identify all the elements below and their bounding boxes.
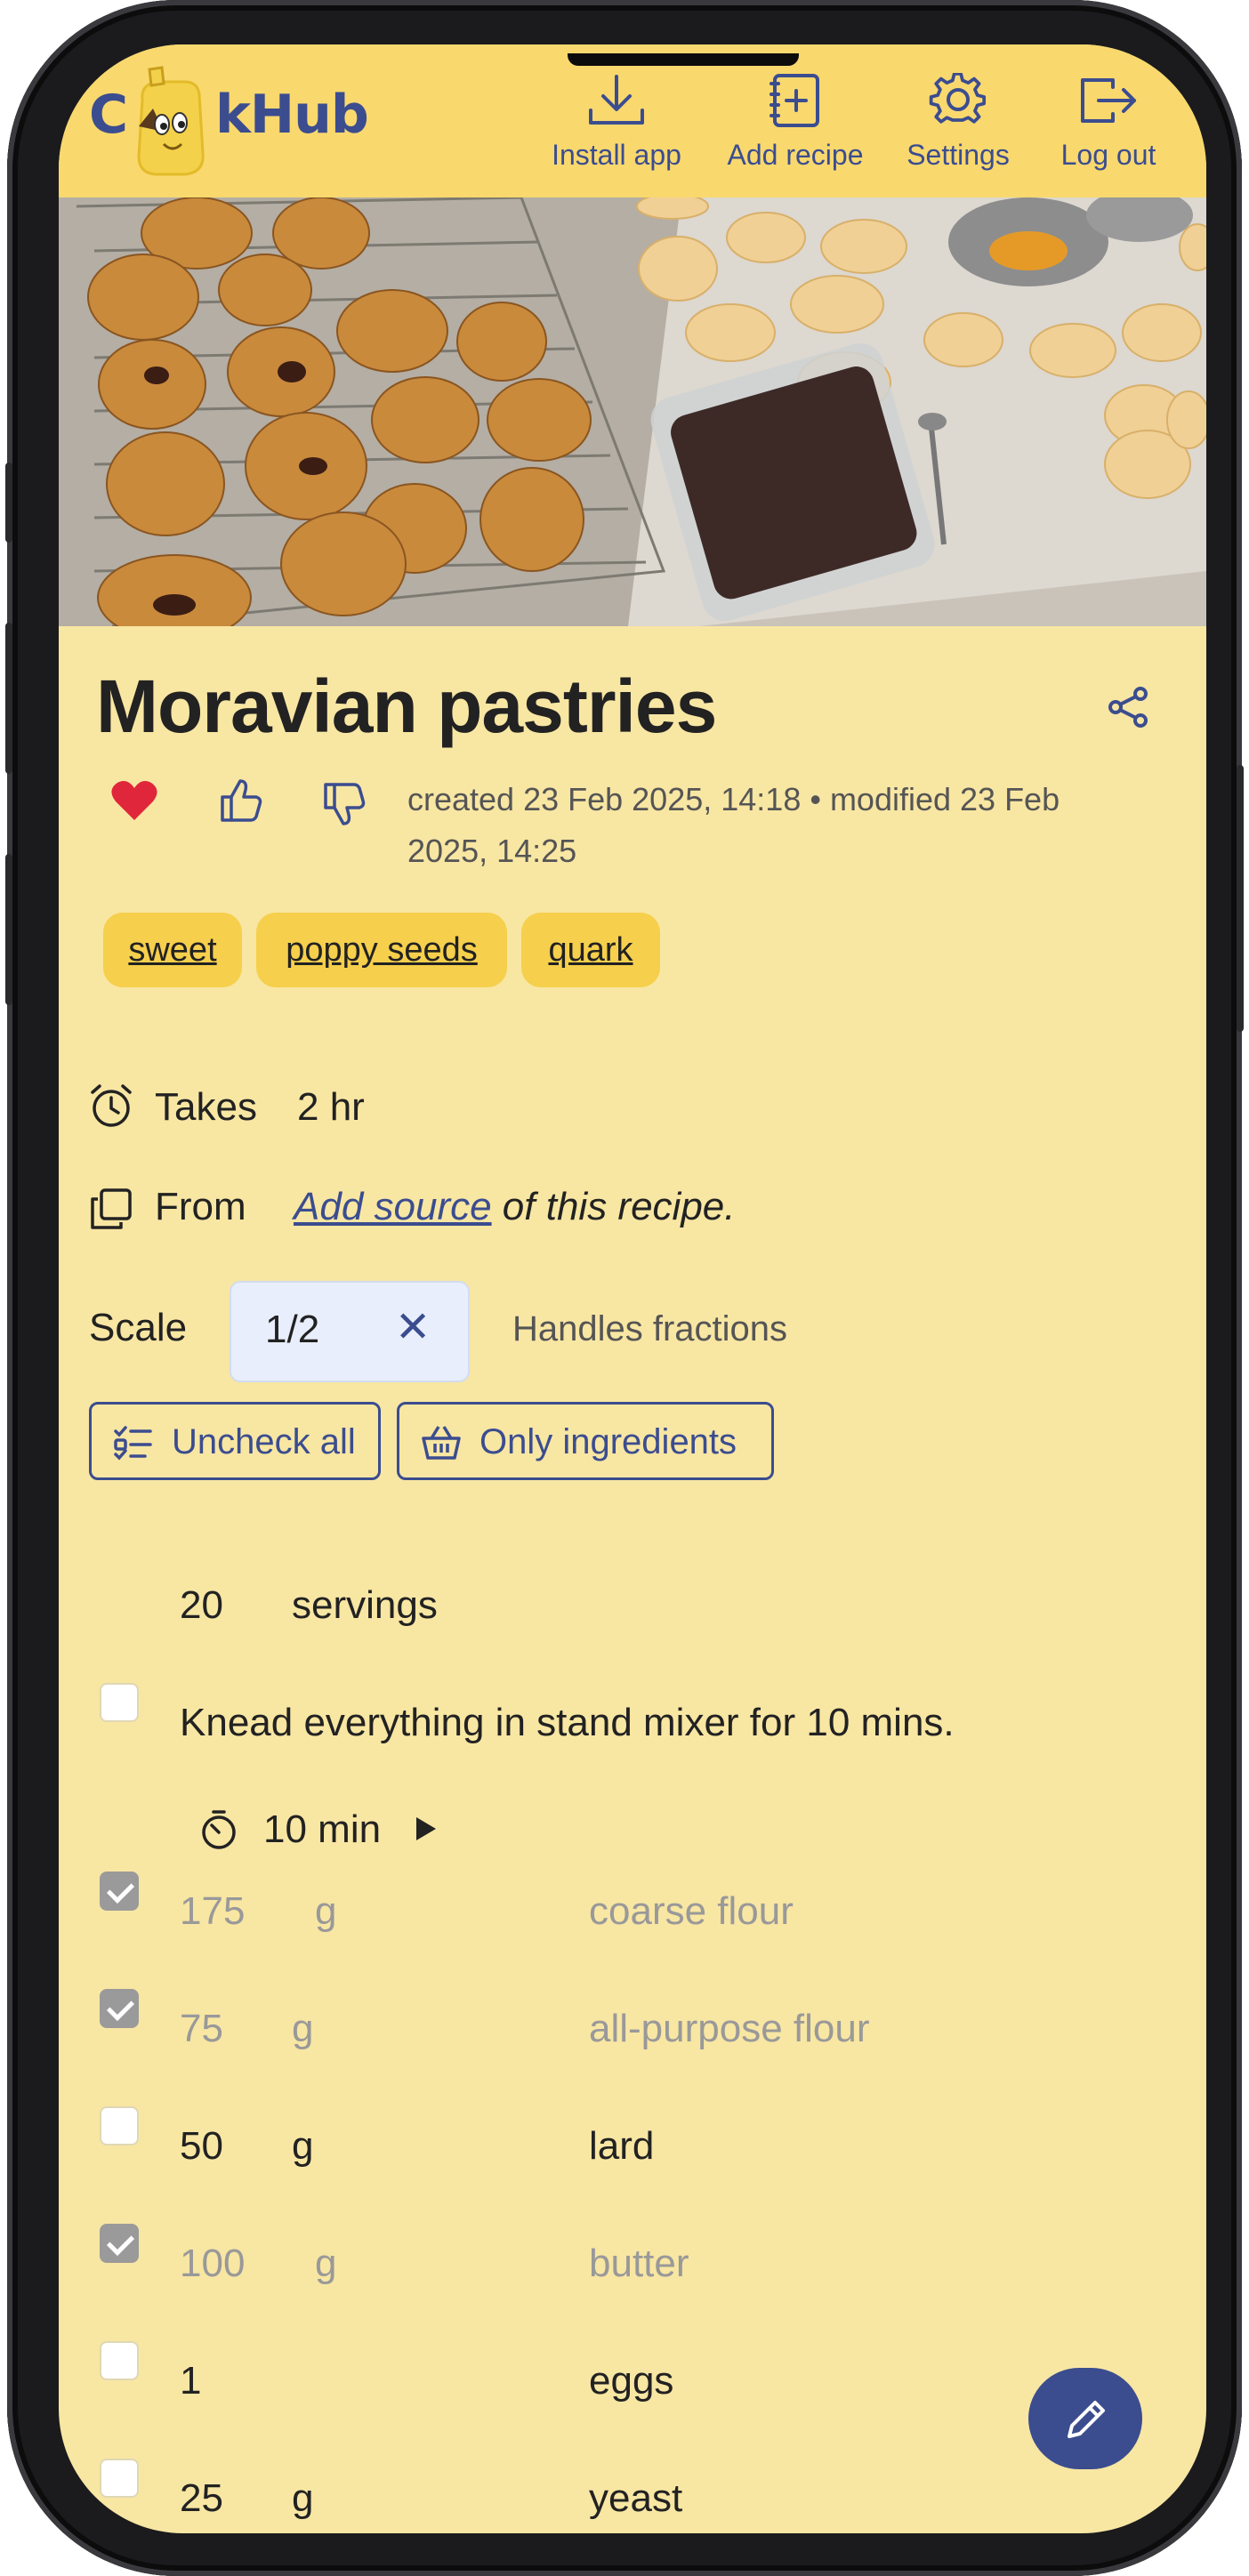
- notch: [568, 53, 799, 66]
- phone-frame: C kHub Install app Add recipe Settings L…: [5, 0, 1244, 2576]
- nav-settings[interactable]: Settings: [900, 73, 1016, 172]
- nav-add-recipe[interactable]: Add recipe: [724, 73, 866, 172]
- app-screen: C kHub Install app Add recipe Settings L…: [59, 44, 1206, 2533]
- share-icon[interactable]: [1107, 687, 1149, 728]
- ingredient-name: butter: [589, 2242, 689, 2285]
- favorite-heart-icon[interactable]: [110, 779, 158, 822]
- ingredient-name: lard: [589, 2124, 655, 2168]
- tag-chip[interactable]: poppy seeds: [256, 913, 507, 987]
- clear-scale-icon[interactable]: ✕: [395, 1302, 431, 1352]
- phone-side-button: [5, 463, 12, 543]
- uncheck-all-button[interactable]: Uncheck all: [89, 1402, 381, 1480]
- ingredient-checkbox[interactable]: [100, 2459, 139, 2498]
- phone-volume-down: [5, 854, 12, 1005]
- recipe-title: Moravian pastries: [96, 664, 717, 748]
- ingredient-unit: g: [315, 1889, 337, 1933]
- thumbs-down-icon[interactable]: [322, 781, 367, 827]
- tag-chip[interactable]: quark: [521, 913, 660, 987]
- source-rest-text: of this recipe.: [491, 1185, 736, 1228]
- gear-icon: [929, 73, 987, 124]
- from-label: From: [155, 1185, 246, 1228]
- ingredient-checkbox[interactable]: [100, 2106, 139, 2145]
- ingredient-checkbox[interactable]: [100, 1872, 139, 1911]
- phone-power-button: [1237, 765, 1244, 1032]
- takes-label: Takes: [155, 1085, 257, 1129]
- button-label: Only ingredients: [479, 1422, 737, 1461]
- recipe-meta-dates: created 23 Feb 2025, 14:18 • modified 23…: [407, 781, 1060, 869]
- thumbs-up-icon[interactable]: [219, 777, 263, 824]
- ingredient-qty: 50: [180, 2124, 223, 2168]
- ingredient-name: yeast: [589, 2476, 683, 2520]
- nav-label: Add recipe: [727, 139, 864, 171]
- step-timer[interactable]: 10 min: [263, 1807, 381, 1852]
- ingredient-qty: 100: [180, 2242, 246, 2285]
- add-recipe-icon: [770, 74, 819, 127]
- ingredient-checkbox[interactable]: [100, 2224, 139, 2263]
- edit-recipe-button[interactable]: [1028, 2368, 1142, 2469]
- ingredient-qty: 75: [180, 2007, 223, 2050]
- scale-input[interactable]: 1/2 ✕: [230, 1281, 470, 1382]
- scale-value: 1/2: [265, 1308, 320, 1351]
- nav-label: Install app: [552, 139, 681, 171]
- button-label: Uncheck all: [172, 1422, 356, 1461]
- ingredient-unit: g: [315, 2242, 337, 2285]
- download-icon: [589, 75, 644, 125]
- step-text: Knead everything in stand mixer for 10 m…: [180, 1701, 955, 1744]
- play-icon[interactable]: [413, 1815, 439, 1843]
- ingredient-unit: g: [292, 2476, 314, 2520]
- takes-value: 2 hr: [297, 1085, 365, 1129]
- alarm-clock-icon: [91, 1084, 132, 1127]
- logo-text-left: C: [89, 84, 128, 146]
- source-line: Add source of this recipe.: [294, 1185, 735, 1229]
- tag-chip[interactable]: sweet: [103, 913, 242, 987]
- mascot-logo-icon: [137, 66, 205, 176]
- phone-volume-up: [5, 623, 12, 774]
- nav-log-out[interactable]: Log out: [1046, 73, 1171, 172]
- scale-label: Scale: [89, 1306, 188, 1349]
- ingredient-unit: g: [292, 2007, 314, 2050]
- add-source-link[interactable]: Add source: [294, 1185, 492, 1228]
- checklist-icon: [114, 1426, 152, 1461]
- ingredient-name: all-purpose flour: [589, 2007, 870, 2050]
- logout-icon: [1081, 78, 1136, 123]
- nav-install-app[interactable]: Install app: [550, 73, 683, 172]
- ingredient-name: eggs: [589, 2359, 674, 2403]
- servings-amount: 20: [180, 1583, 223, 1627]
- ingredient-qty: 1: [180, 2359, 202, 2403]
- servings-label: servings: [292, 1583, 438, 1627]
- nav-label: Settings: [907, 139, 1010, 171]
- ingredient-qty: 175: [180, 1889, 246, 1933]
- ingredient-qty: 25: [180, 2476, 223, 2520]
- ingredient-name: coarse flour: [589, 1889, 794, 1933]
- basket-icon: [422, 1426, 461, 1460]
- top-bar: C kHub Install app Add recipe Settings L…: [59, 44, 1206, 197]
- copy-source-icon: [91, 1188, 132, 1229]
- step-checkbox[interactable]: [100, 1683, 139, 1722]
- recipe-hero-image: [59, 197, 1206, 626]
- pencil-icon: [1068, 2401, 1105, 2438]
- stopwatch-icon: [202, 1810, 236, 1849]
- ingredient-unit: g: [292, 2124, 314, 2168]
- ingredient-checkbox[interactable]: [100, 1989, 139, 2028]
- logo-text-right: kHub: [215, 84, 369, 146]
- nav-label: Log out: [1060, 139, 1156, 171]
- ingredient-checkbox[interactable]: [100, 2341, 139, 2380]
- only-ingredients-button[interactable]: Only ingredients: [397, 1402, 774, 1480]
- scale-hint: Handles fractions: [512, 1309, 788, 1348]
